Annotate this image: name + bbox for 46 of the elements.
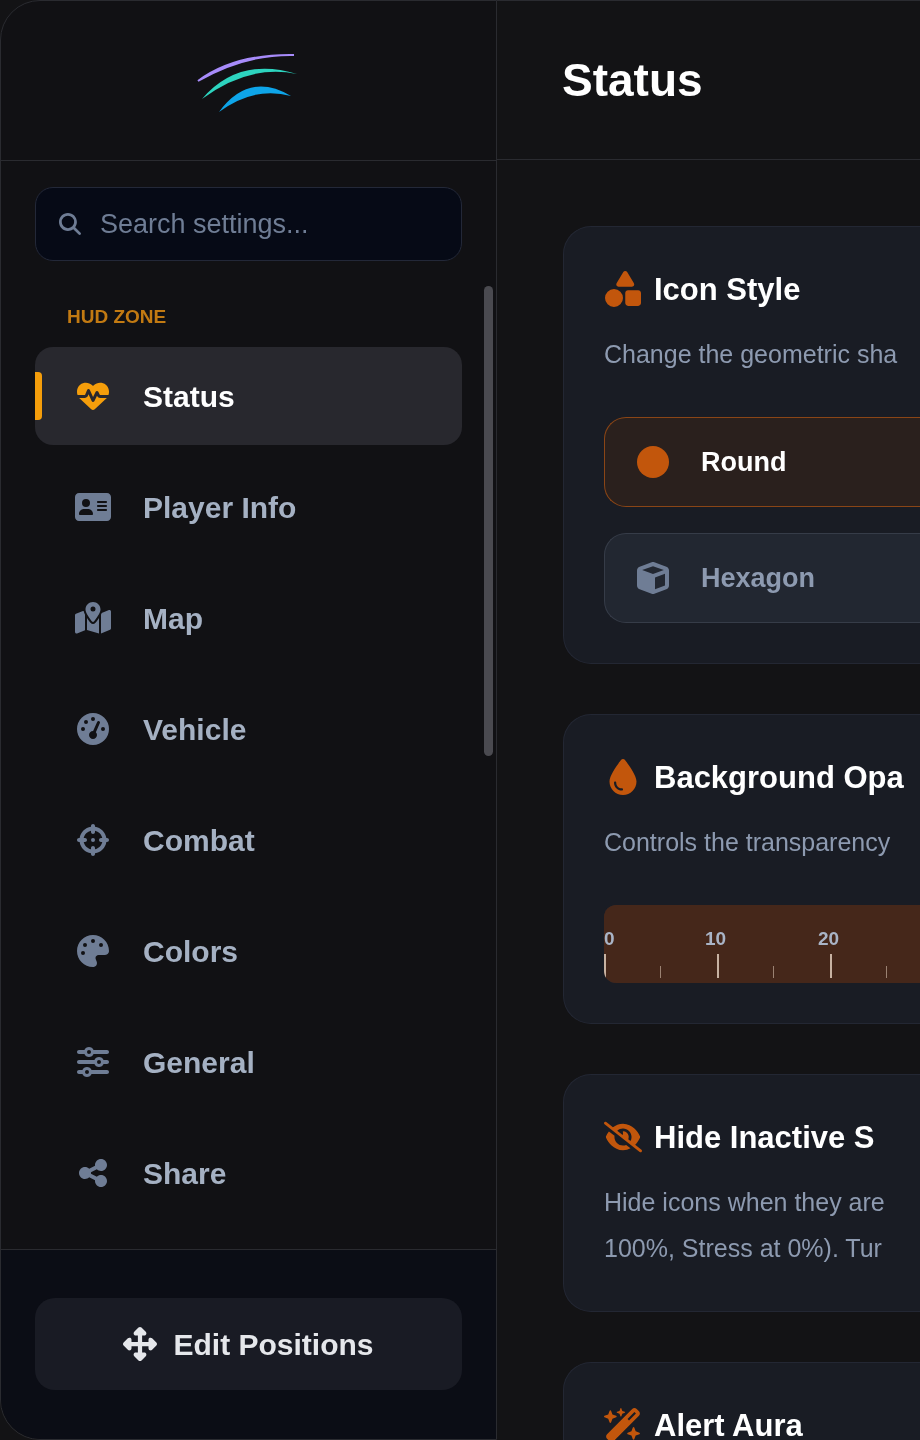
card-title: Hide Inactive S [654,1121,875,1153]
ruler-tick [717,954,719,978]
sliders-icon [75,1046,111,1078]
ruler-tick [660,966,661,978]
card-title: Alert Aura [654,1409,803,1440]
magic-wand-icon [604,1407,642,1440]
ruler-label: 20 [818,929,840,948]
ruler-tick [830,954,832,978]
shape-option[interactable]: Round [604,417,920,507]
shape-option[interactable]: Hexagon [604,533,920,623]
nav-item[interactable]: General [35,1013,462,1111]
nav-item[interactable]: Combat [35,791,462,889]
scrollbar-thumb[interactable] [484,286,493,756]
page-title: Status [562,52,703,108]
card-description: Change the geometric sha [604,339,899,370]
ruler-tick [604,954,606,978]
nav-item[interactable]: Vehicle [35,680,462,778]
palette-icon [75,935,111,967]
nav-item[interactable]: Share [35,1124,462,1222]
id-card-icon [75,491,111,523]
nav-item[interactable]: Status [35,347,462,445]
card-title: Background Opa [654,761,904,793]
move-icon [123,1327,158,1361]
opacity-slider[interactable]: 0 10 20 [604,905,920,983]
ruler-tick [773,966,774,978]
card-description: Hide icons when they are 100%, Stress at 0%). Tur [604,1187,886,1264]
card-description: Controls the transparency [604,827,892,858]
edit-positions-button[interactable]: Edit Positions [35,1298,462,1390]
crosshair-icon [75,824,111,856]
nav-item[interactable]: Colors [35,902,462,1000]
heart-pulse-icon [75,380,111,412]
ruler-tick [886,966,887,978]
nav-item[interactable]: Player Info [35,458,462,556]
search-field[interactable]: Search settings... [35,187,462,261]
gauge-icon [75,713,111,745]
active-indicator [35,372,42,420]
eye-slash-icon [604,1119,642,1155]
shapes-icon [604,271,642,307]
card-title: Icon Style [654,273,801,305]
map-icon [75,602,111,634]
ruler-label: 0 [604,929,615,948]
ruler-label: 10 [705,929,727,948]
cube-icon [637,562,669,594]
search-icon [59,213,81,235]
nav-item[interactable]: Map [35,569,462,667]
section-heading: HUD ZONE [67,307,168,326]
